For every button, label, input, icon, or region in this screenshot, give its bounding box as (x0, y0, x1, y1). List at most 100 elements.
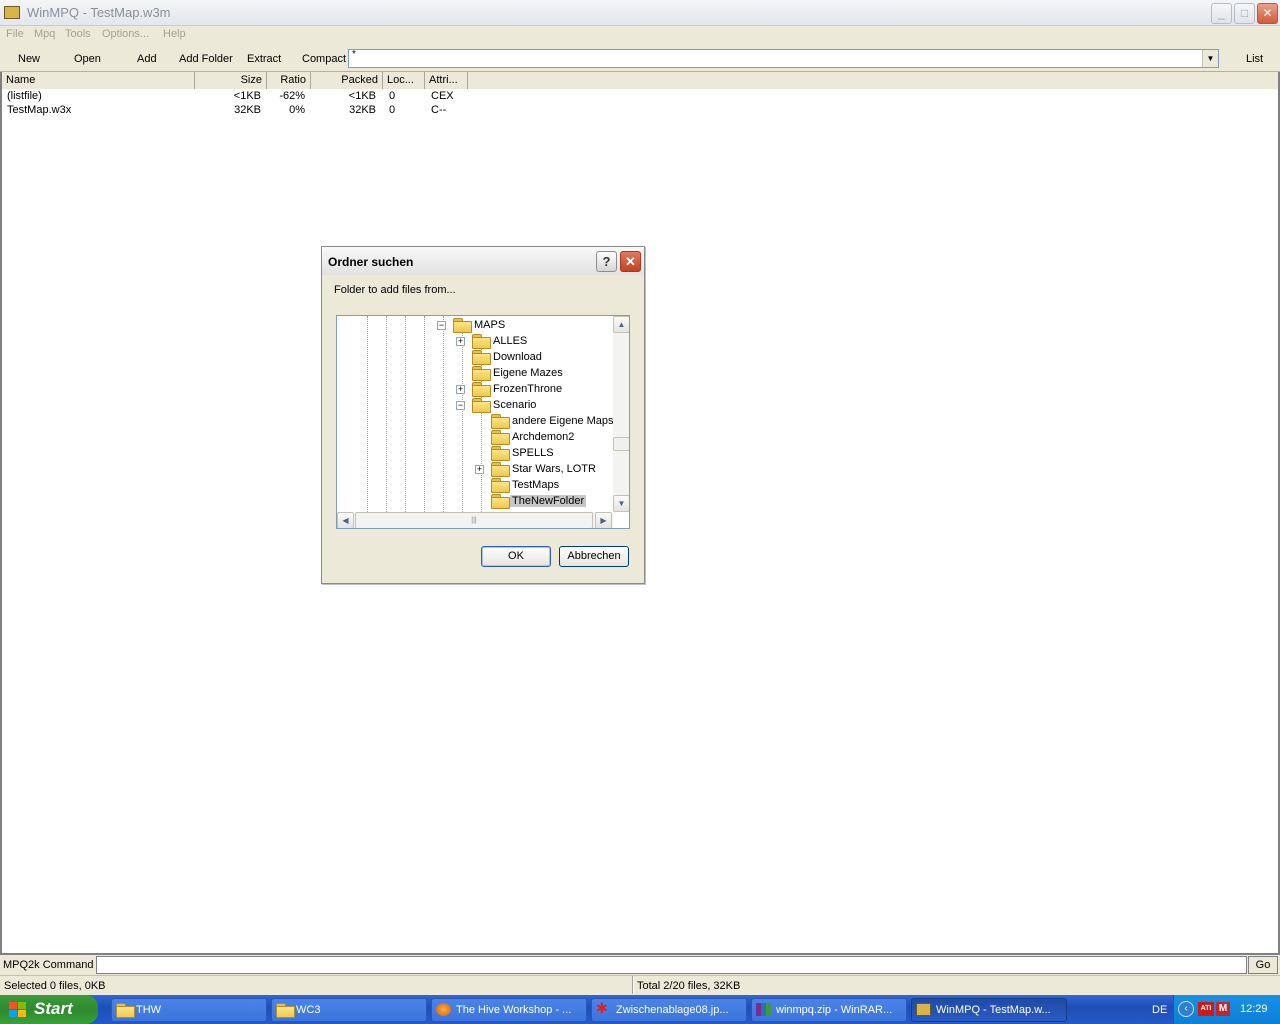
go-button[interactable]: Go (1248, 956, 1278, 974)
collapse-icon[interactable]: − (456, 401, 465, 410)
expand-icon[interactable]: + (456, 337, 465, 346)
folder-icon (491, 430, 510, 445)
chevron-down-icon[interactable]: ▼ (1202, 50, 1218, 67)
tree-item-label: Star Wars, LOTR (512, 463, 596, 475)
cell-size: <1KB (233, 90, 261, 102)
tree-guide-line (443, 316, 444, 512)
cell-attributes: CEX (431, 90, 454, 102)
dialog-title: Ordner suchen (328, 255, 414, 269)
taskbar-item-label: Zwischenablage08.jp... (616, 1004, 729, 1016)
compact-button[interactable]: Compact (302, 53, 346, 65)
status-divider (632, 976, 634, 994)
table-row[interactable]: (listfile) <1KB -62% <1KB 0 CEX (2, 90, 472, 104)
dialog-help-button[interactable]: ? (596, 251, 617, 272)
extract-button[interactable]: Extract (247, 53, 281, 65)
taskbar-item-label: THW (136, 1004, 162, 1016)
taskbar-item-wc3[interactable]: WC3 (271, 998, 427, 1022)
add-button[interactable]: Add (137, 53, 157, 65)
tree-item-label: Archdemon2 (512, 431, 575, 443)
antivirus-icon[interactable]: M (1216, 1002, 1230, 1016)
menu-mpq[interactable]: Mpq (34, 28, 55, 40)
cell-locale: 0 (389, 90, 396, 102)
column-header-name[interactable]: Name (2, 72, 195, 89)
taskbar-item-winmpq[interactable]: WinMPQ - TestMap.w... (911, 998, 1067, 1022)
column-header-size[interactable]: Size (195, 72, 267, 89)
dialog-prompt: Folder to add files from... (334, 284, 456, 296)
tree-horizontal-scrollbar[interactable]: ◀ ||| ▶ (337, 512, 613, 528)
ok-button[interactable]: OK (481, 546, 551, 567)
show-hidden-icons-icon[interactable]: ‹ (1178, 1001, 1194, 1017)
tree-item-label: ALLES (493, 335, 528, 347)
cell-locale: 0 (389, 104, 396, 116)
folder-tree[interactable]: − MAPS + ALLES Download Eigene Mazes + F… (336, 315, 630, 529)
scroll-thumb[interactable]: ||| (355, 512, 593, 528)
tree-guide-line (386, 316, 387, 512)
file-filter-combo[interactable]: * (348, 49, 1219, 68)
ati-icon[interactable]: ATI (1198, 1002, 1214, 1016)
cell-name: (listfile) (7, 90, 42, 102)
status-selected: Selected 0 files, 0KB (4, 980, 106, 992)
scroll-right-icon[interactable]: ▶ (595, 512, 612, 528)
add-folder-button[interactable]: Add Folder (179, 53, 233, 65)
tree-item-label: SPELLS (512, 447, 554, 459)
paint-splash-icon: ✱ (596, 1000, 608, 1016)
scroll-thumb[interactable] (613, 437, 629, 451)
winmpq-app-icon (4, 6, 20, 19)
winmpq-app-icon (916, 1003, 931, 1016)
menu-tools[interactable]: Tools (65, 28, 91, 40)
firefox-icon (436, 1003, 451, 1016)
scroll-down-icon[interactable]: ▼ (613, 495, 629, 512)
taskbar-item-thw[interactable]: THW (111, 998, 267, 1022)
minimize-button[interactable]: _ (1211, 3, 1232, 24)
collapse-icon[interactable]: − (437, 321, 446, 330)
cell-name: TestMap.w3x (7, 104, 72, 116)
folder-icon (276, 1003, 295, 1018)
tree-guide-line (462, 326, 463, 522)
scroll-up-icon[interactable]: ▲ (613, 316, 629, 333)
taskbar-item-zwischenablage[interactable]: ✱ Zwischenablage08.jp... (591, 998, 747, 1022)
expand-icon[interactable]: + (475, 465, 484, 474)
tree-item-label: Scenario (493, 399, 537, 411)
list-header: Name Size Ratio Packed Loc... Attri... (2, 72, 1278, 89)
folder-icon (491, 446, 510, 461)
folder-icon (472, 398, 491, 413)
winrar-icon (756, 1003, 771, 1016)
new-button[interactable]: New (18, 53, 40, 65)
cell-packed: 32KB (349, 104, 376, 116)
folder-icon (472, 350, 491, 365)
open-button[interactable]: Open (74, 53, 101, 65)
menu-options[interactable]: Options... (102, 28, 149, 40)
language-indicator[interactable]: DE (1152, 1004, 1167, 1016)
dialog-title-bar: Ordner suchen ? ✕ (322, 247, 644, 275)
column-header-attributes[interactable]: Attri... (425, 72, 468, 89)
folder-icon (472, 382, 491, 397)
taskbar-item-winrar[interactable]: winmpq.zip - WinRAR... (751, 998, 907, 1022)
taskbar-item-label: The Hive Workshop - ... (456, 1004, 572, 1016)
column-header-packed[interactable]: Packed (311, 72, 383, 89)
cancel-button[interactable]: Abbrechen (559, 546, 629, 567)
column-header-locale[interactable]: Loc... (383, 72, 425, 89)
tree-item-label: TestMaps (512, 479, 560, 491)
table-row[interactable]: TestMap.w3x 32KB 0% 32KB 0 C-- (2, 104, 472, 118)
clock[interactable]: 12:29 (1240, 1003, 1268, 1015)
tree-item-label: Download (493, 351, 542, 363)
close-button[interactable]: ✕ (1257, 3, 1278, 24)
expand-icon[interactable]: + (456, 385, 465, 394)
dialog-close-button[interactable]: ✕ (620, 251, 641, 272)
taskbar-item-hive-workshop[interactable]: The Hive Workshop - ... (431, 998, 587, 1022)
menu-help[interactable]: Help (163, 28, 186, 40)
maximize-button[interactable]: □ (1234, 3, 1255, 24)
menu-file[interactable]: File (6, 28, 24, 40)
tree-vertical-scrollbar[interactable]: ▲ ▼ (613, 316, 629, 512)
tree-guide-line (367, 316, 368, 512)
command-input[interactable] (96, 956, 1247, 974)
tree-guide-line (405, 316, 406, 512)
status-total: Total 2/20 files, 32KB (637, 980, 741, 992)
folder-icon (491, 462, 510, 477)
list-button[interactable]: List (1246, 53, 1263, 65)
column-header-ratio[interactable]: Ratio (267, 72, 311, 89)
windows-logo-icon (9, 1002, 27, 1018)
folder-icon (491, 478, 510, 493)
scroll-left-icon[interactable]: ◀ (337, 512, 354, 528)
cell-ratio: -62% (279, 90, 305, 102)
